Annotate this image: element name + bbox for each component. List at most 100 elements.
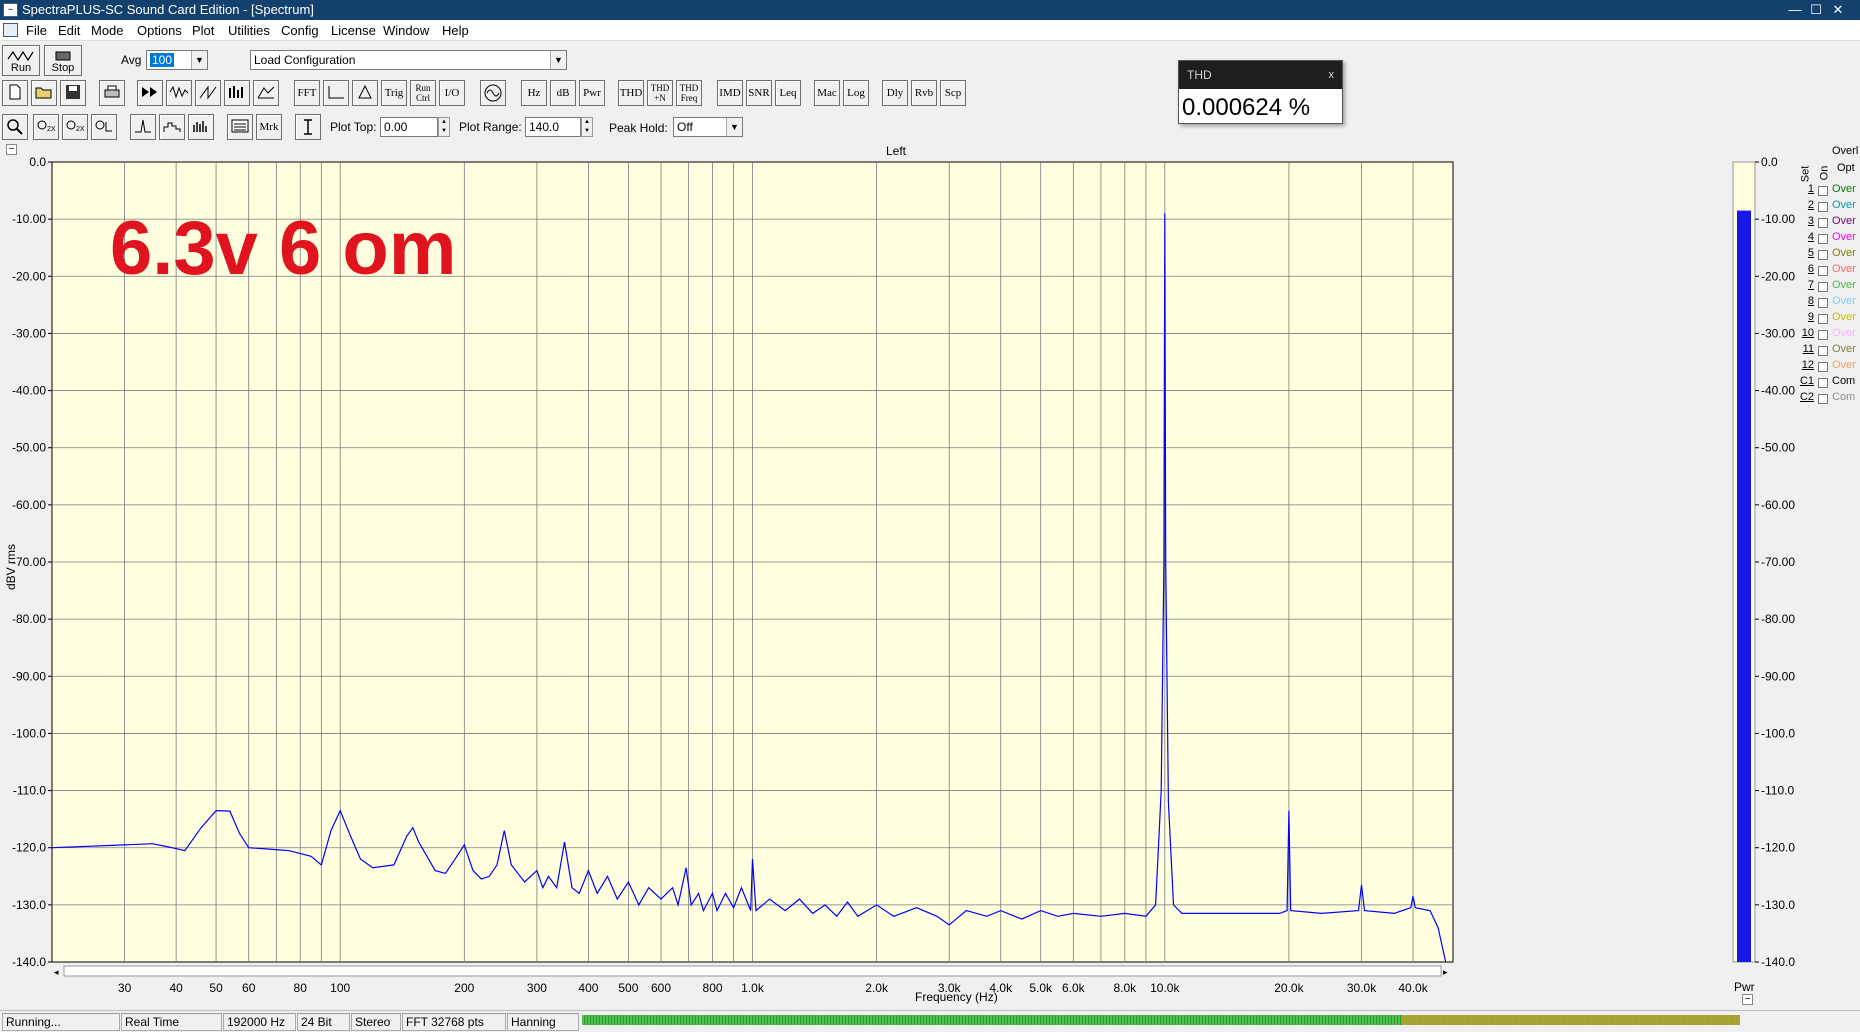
meter-collapse-button[interactable]: − [1742, 994, 1753, 1005]
overlay-row[interactable]: 11 Over [1796, 343, 1860, 359]
menu-mode[interactable]: Mode [91, 23, 124, 38]
menu-plot[interactable]: Plot [192, 23, 214, 38]
open-button[interactable] [31, 80, 57, 106]
overlay-set-number[interactable]: 12 [1796, 359, 1814, 371]
peak-view-button[interactable] [130, 114, 156, 140]
plot-range-spinner[interactable]: ▲ ▼ [581, 117, 593, 137]
overlay-row[interactable]: 9 Over [1796, 311, 1860, 327]
overlay-checkbox[interactable] [1818, 346, 1828, 356]
overlay-set-number[interactable]: 2 [1796, 199, 1814, 211]
list-button[interactable] [227, 114, 253, 140]
overlay-row[interactable]: 1 Over [1796, 183, 1860, 199]
overlay-row[interactable]: 4 Over [1796, 231, 1860, 247]
thd-button[interactable]: THD [618, 80, 644, 106]
collapse-plot-button[interactable]: − [6, 144, 17, 155]
zoom-full-button[interactable] [91, 114, 117, 140]
menu-license[interactable]: License [331, 23, 376, 38]
thd-n-button[interactable]: THD +N [647, 80, 673, 106]
pwr-button[interactable]: Pwr [579, 80, 605, 106]
menu-file[interactable]: File [26, 23, 47, 38]
overlay-row[interactable]: 10 Over [1796, 327, 1860, 343]
overlay-row[interactable]: 2 Over [1796, 199, 1860, 215]
overlay-set-number[interactable]: 9 [1796, 311, 1814, 323]
waveform-view-button[interactable] [166, 80, 192, 106]
rvb-button[interactable]: Rvb [911, 80, 937, 106]
overlay-label[interactable]: Over [1832, 327, 1856, 339]
io-button[interactable]: I/O [439, 80, 465, 106]
overlay-set-number[interactable]: 5 [1796, 247, 1814, 259]
octave-view-button[interactable] [159, 114, 185, 140]
overlay-checkbox[interactable] [1818, 266, 1828, 276]
zoom-out-x-button[interactable]: 2X [62, 114, 88, 140]
weighting-button[interactable] [352, 80, 378, 106]
overlay-checkbox[interactable] [1818, 330, 1828, 340]
bar-view-button[interactable] [188, 114, 214, 140]
overlay-label[interactable]: Over [1832, 215, 1856, 227]
avg-select[interactable]: 100 ▼ [146, 50, 208, 70]
overlay-checkbox[interactable] [1818, 234, 1828, 244]
fft-button[interactable]: FFT [294, 80, 320, 106]
log-button[interactable]: Log [843, 80, 869, 106]
overlay-row[interactable]: 3 Over [1796, 215, 1860, 231]
run-ctrl-button[interactable]: Run Ctrl [410, 80, 436, 106]
overlay-set-number[interactable]: 3 [1796, 215, 1814, 227]
overlay-set-number[interactable]: 4 [1796, 231, 1814, 243]
db-button[interactable]: dB [550, 80, 576, 106]
overlay-checkbox[interactable] [1818, 282, 1828, 292]
overlay-row[interactable]: 7 Over [1796, 279, 1860, 295]
overlay-label[interactable]: Com [1832, 391, 1855, 403]
3d-surface-button[interactable] [253, 80, 279, 106]
hz-button[interactable]: Hz [521, 80, 547, 106]
scale-button[interactable] [323, 80, 349, 106]
run-button[interactable]: Run [2, 45, 40, 76]
menu-utilities[interactable]: Utilities [228, 23, 270, 38]
overlay-set-number[interactable]: 11 [1796, 343, 1814, 355]
overlay-checkbox[interactable] [1818, 218, 1828, 228]
overlay-row[interactable]: C2 Com [1796, 391, 1860, 407]
overlay-row[interactable]: 5 Over [1796, 247, 1860, 263]
dly-button[interactable]: Dly [882, 80, 908, 106]
peak-hold-select[interactable]: Off ▼ [673, 117, 743, 137]
chevron-down-icon[interactable]: ▼ [191, 51, 207, 69]
overlay-checkbox[interactable] [1818, 378, 1828, 388]
stop-button[interactable]: Stop [44, 45, 82, 76]
overlay-row[interactable]: C1 Com [1796, 375, 1860, 391]
overlay-set-number[interactable]: C1 [1796, 375, 1814, 387]
thd-window[interactable]: THD x 0.000624 % [1178, 60, 1343, 124]
close-button[interactable]: ✕ [1816, 0, 1860, 20]
overlay-label[interactable]: Over [1832, 263, 1856, 275]
plot-range-input[interactable]: 140.0 [525, 117, 581, 137]
overlay-label[interactable]: Com [1832, 375, 1855, 387]
overlay-label[interactable]: Over [1832, 199, 1856, 211]
overlay-label[interactable]: Over [1832, 343, 1856, 355]
cursor-button[interactable] [295, 114, 321, 140]
save-button[interactable] [60, 80, 86, 106]
thd-freq-button[interactable]: THD Freq [676, 80, 702, 106]
overlay-set-number[interactable]: 1 [1796, 183, 1814, 195]
overlay-label[interactable]: Over [1832, 247, 1856, 259]
overlay-label[interactable]: Over [1832, 311, 1856, 323]
menu-window[interactable]: Window [383, 23, 429, 38]
overlay-set-number[interactable]: 8 [1796, 295, 1814, 307]
menu-options[interactable]: Options [137, 23, 182, 38]
config-select[interactable]: Load Configuration ▼ [250, 50, 567, 70]
scp-button[interactable]: Scp [940, 80, 966, 106]
leq-button[interactable]: Leq [775, 80, 801, 106]
chevron-down-icon[interactable]: ▼ [550, 51, 566, 69]
imd-button[interactable]: IMD [717, 80, 743, 106]
overlay-set-number[interactable]: C2 [1796, 391, 1814, 403]
thd-close-button[interactable]: x [1329, 61, 1335, 89]
chevron-down-icon[interactable]: ▼ [726, 118, 742, 136]
mac-button[interactable]: Mac [814, 80, 840, 106]
mrk-button[interactable]: Mrk [256, 114, 282, 140]
menu-help[interactable]: Help [442, 23, 469, 38]
ramp-button[interactable] [195, 80, 221, 106]
zoom-in-x-button[interactable]: 2X [33, 114, 59, 140]
generator-button[interactable] [480, 80, 506, 106]
plot-top-spinner[interactable]: ▲ ▼ [438, 117, 450, 137]
app-icon[interactable]: ~ [3, 3, 18, 17]
overlay-row[interactable]: 8 Over [1796, 295, 1860, 311]
plot-top-input[interactable]: 0.00 [380, 117, 438, 137]
snr-button[interactable]: SNR [746, 80, 772, 106]
overlay-set-number[interactable]: 6 [1796, 263, 1814, 275]
